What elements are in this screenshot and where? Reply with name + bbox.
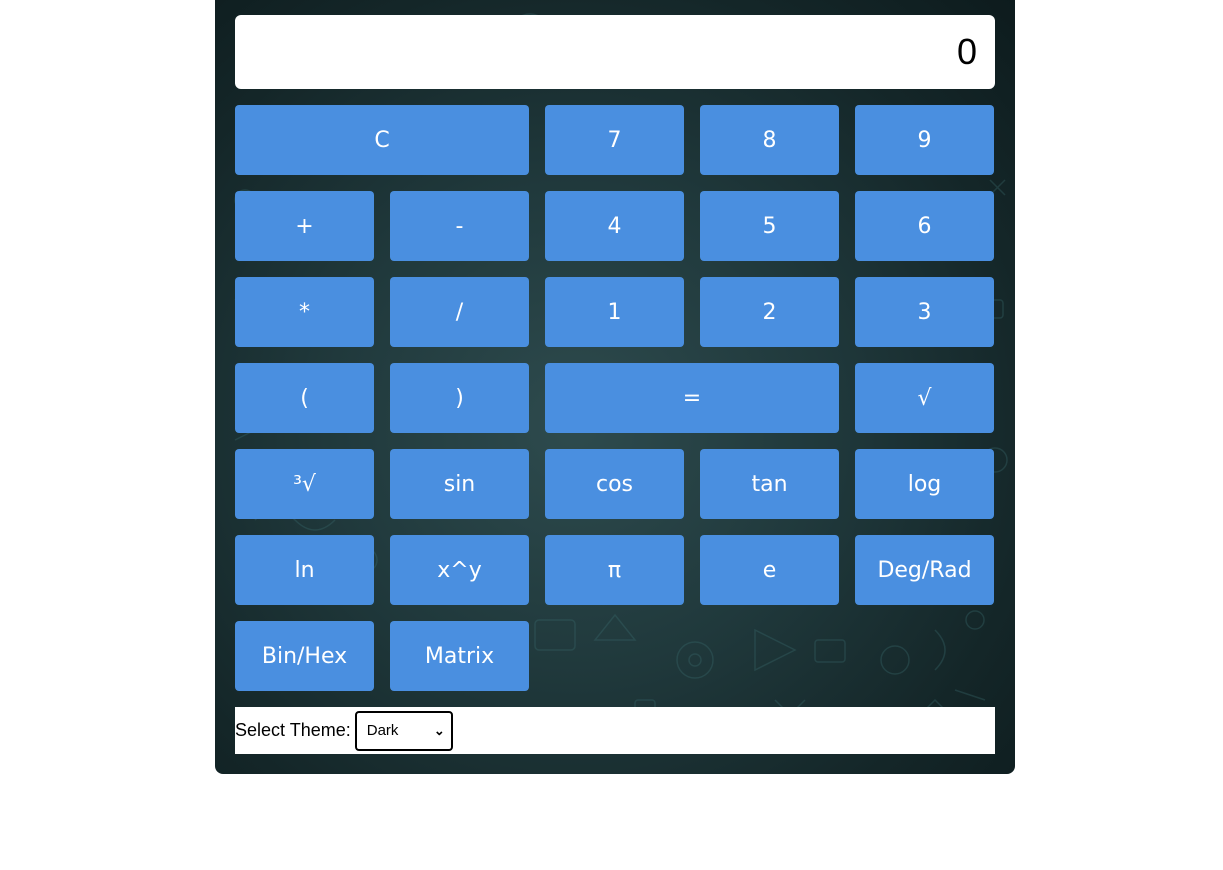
- cos-button[interactable]: cos: [545, 449, 684, 519]
- divide-button[interactable]: /: [390, 277, 529, 347]
- digit-8-button[interactable]: 8: [700, 105, 839, 175]
- digit-1-button[interactable]: 1: [545, 277, 684, 347]
- theme-select-value: Dark: [366, 722, 399, 739]
- digit-5-button[interactable]: 5: [700, 191, 839, 261]
- subtract-button[interactable]: -: [390, 191, 529, 261]
- close-paren-button[interactable]: ): [390, 363, 529, 433]
- digit-9-button[interactable]: 9: [855, 105, 994, 175]
- digit-3-button[interactable]: 3: [855, 277, 994, 347]
- multiply-button[interactable]: *: [235, 277, 374, 347]
- chevron-down-icon: ⌄: [433, 722, 445, 738]
- equals-button[interactable]: =: [545, 363, 839, 433]
- euler-e-button[interactable]: e: [700, 535, 839, 605]
- digit-2-button[interactable]: 2: [700, 277, 839, 347]
- calculator-panel: 0 C 7 8 9 + - 4 5 6 * / 1 2 3 ( ) = √ ³√…: [215, 0, 1015, 774]
- clear-button[interactable]: C: [235, 105, 529, 175]
- power-button[interactable]: x^y: [390, 535, 529, 605]
- digit-4-button[interactable]: 4: [545, 191, 684, 261]
- sin-button[interactable]: sin: [390, 449, 529, 519]
- theme-select[interactable]: Dark ⌄: [354, 710, 453, 751]
- add-button[interactable]: +: [235, 191, 374, 261]
- log-button[interactable]: log: [855, 449, 994, 519]
- calculator-display: 0: [235, 15, 995, 89]
- deg-rad-toggle-button[interactable]: Deg/Rad: [855, 535, 994, 605]
- open-paren-button[interactable]: (: [235, 363, 374, 433]
- pi-button[interactable]: π: [545, 535, 684, 605]
- tan-button[interactable]: tan: [700, 449, 839, 519]
- square-root-button[interactable]: √: [855, 363, 994, 433]
- keypad: C 7 8 9 + - 4 5 6 * / 1 2 3 ( ) = √ ³√ s…: [235, 105, 995, 691]
- theme-label: Select Theme:: [235, 720, 351, 740]
- digit-7-button[interactable]: 7: [545, 105, 684, 175]
- cube-root-button[interactable]: ³√: [235, 449, 374, 519]
- theme-selector-bar: Select Theme: Dark ⌄: [235, 707, 995, 754]
- ln-button[interactable]: ln: [235, 535, 374, 605]
- digit-6-button[interactable]: 6: [855, 191, 994, 261]
- matrix-button[interactable]: Matrix: [390, 621, 529, 691]
- bin-hex-button[interactable]: Bin/Hex: [235, 621, 374, 691]
